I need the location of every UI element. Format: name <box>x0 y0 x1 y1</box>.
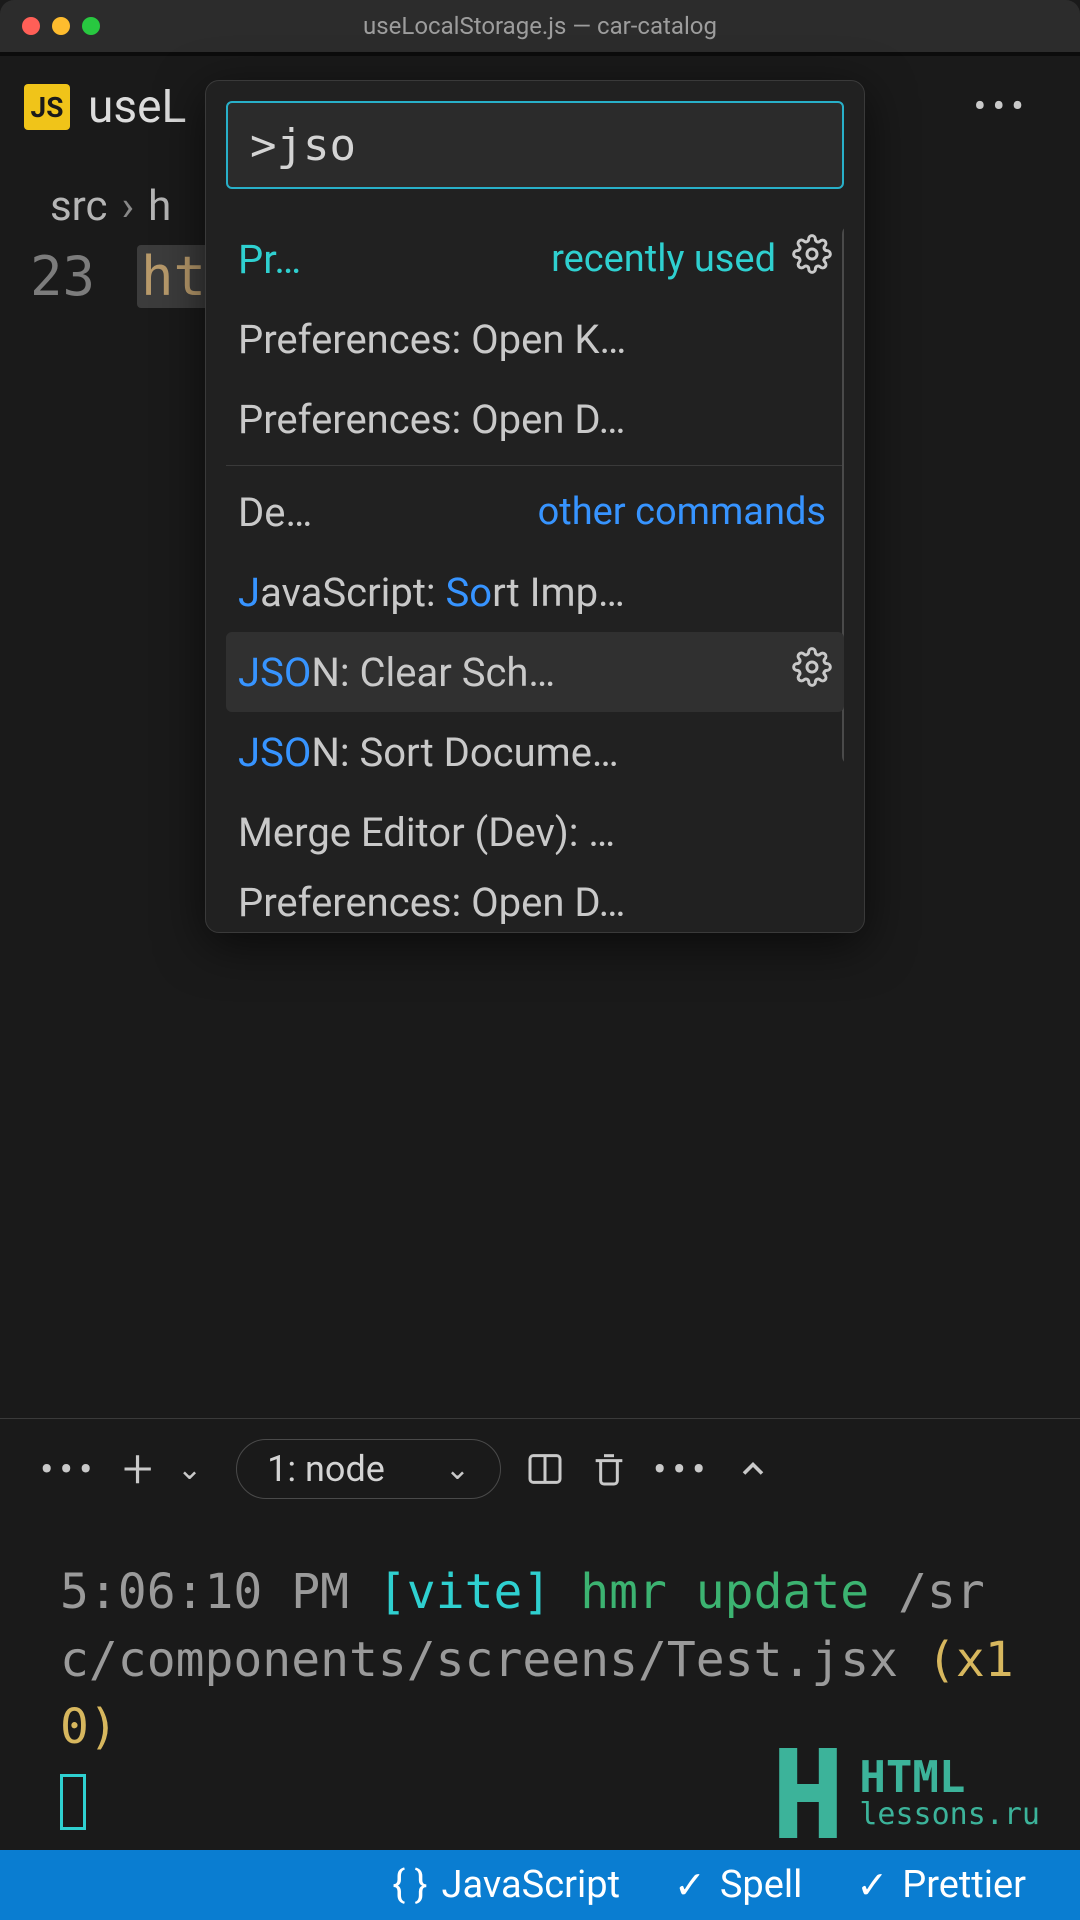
watermark: HTML lessons.ru <box>771 1748 1040 1838</box>
command-item[interactable]: Preferences: Open D… <box>226 872 844 932</box>
chevron-down-icon[interactable]: ⌄ <box>177 1452 202 1487</box>
terminal-time: 5:06:10 PM <box>60 1564 349 1620</box>
tab-filename: useL <box>88 80 186 134</box>
check-icon: ✓ <box>674 1863 706 1908</box>
code-text: ht <box>137 245 210 308</box>
window-title: useLocalStorage.js — car-catalog <box>363 12 717 40</box>
status-bar: { } JavaScript ✓ Spell ✓ Prettier <box>0 1850 1080 1920</box>
command-item[interactable]: JavaScript: Sort Imp… <box>226 552 844 632</box>
terminal-cursor <box>60 1774 86 1830</box>
command-item[interactable]: JSON: Clear Sch… <box>226 632 844 712</box>
section-label: recently used <box>551 237 782 281</box>
breadcrumb-seg: src <box>50 182 108 231</box>
close-icon[interactable] <box>22 17 40 35</box>
watermark-line2: lessons.ru <box>859 1800 1040 1830</box>
terminal-toolbar: ••• + ⌄ 1: node ⌄ ••• <box>0 1419 1080 1519</box>
terminal-msg: hmr update <box>580 1564 869 1620</box>
js-file-icon: JS <box>24 84 70 130</box>
tab-overflow-icon[interactable]: ••• <box>974 85 1030 129</box>
watermark-logo-icon <box>771 1748 845 1838</box>
chevron-up-icon[interactable] <box>735 1451 771 1487</box>
command-item[interactable]: Preferences: Open K… <box>226 299 844 379</box>
command-item[interactable]: JSON: Sort Docume… <box>226 712 844 792</box>
breadcrumb-seg: h <box>148 182 171 231</box>
chevron-down-icon: ⌄ <box>445 1452 470 1487</box>
trash-icon[interactable] <box>589 1447 629 1491</box>
command-item[interactable]: De…other commands <box>226 472 844 552</box>
tab-active[interactable]: JS useL <box>18 80 186 134</box>
chevron-right-icon: › <box>122 182 135 231</box>
titlebar: useLocalStorage.js — car-catalog <box>0 0 1080 52</box>
command-input[interactable] <box>226 101 844 189</box>
status-spell[interactable]: ✓ Spell <box>674 1863 802 1908</box>
terminal-selector[interactable]: 1: node ⌄ <box>236 1439 501 1499</box>
panel-more-icon[interactable]: ••• <box>653 1446 712 1493</box>
status-prettier[interactable]: ✓ Prettier <box>856 1863 1026 1908</box>
command-item[interactable]: Pr…recently used <box>226 219 844 299</box>
gear-icon[interactable] <box>792 647 832 697</box>
new-terminal-icon[interactable]: + <box>123 1438 154 1501</box>
watermark-line1: HTML <box>859 1756 1040 1800</box>
check-icon: ✓ <box>856 1863 888 1908</box>
section-label: other commands <box>538 490 832 534</box>
braces-icon: { } <box>392 1863 427 1907</box>
terminal-selector-label: 1: node <box>267 1448 385 1490</box>
command-list: Pr…recently usedPreferences: Open K…Pref… <box>226 219 844 932</box>
maximize-icon[interactable] <box>82 17 100 35</box>
editor-window: useLocalStorage.js — car-catalog JS useL… <box>0 0 1080 1920</box>
gear-icon[interactable] <box>792 234 832 284</box>
terminal-panel: ••• + ⌄ 1: node ⌄ ••• 5:06:10 PM [vite] <box>0 1418 1080 1850</box>
split-terminal-icon[interactable] <box>525 1449 565 1489</box>
traffic-lights <box>22 17 100 35</box>
minimize-icon[interactable] <box>52 17 70 35</box>
terminal-tag: [vite] <box>378 1564 551 1620</box>
panel-overflow-icon[interactable]: ••• <box>40 1446 99 1493</box>
command-palette: Pr…recently usedPreferences: Open K…Pref… <box>205 80 865 933</box>
status-language[interactable]: { } JavaScript <box>392 1863 620 1907</box>
command-item[interactable]: Preferences: Open D… <box>226 379 844 459</box>
terminal-output[interactable]: 5:06:10 PM [vite] hmr update /src/compon… <box>0 1519 1080 1850</box>
line-number: 23 <box>30 245 95 308</box>
command-item[interactable]: Merge Editor (Dev): … <box>226 792 844 872</box>
